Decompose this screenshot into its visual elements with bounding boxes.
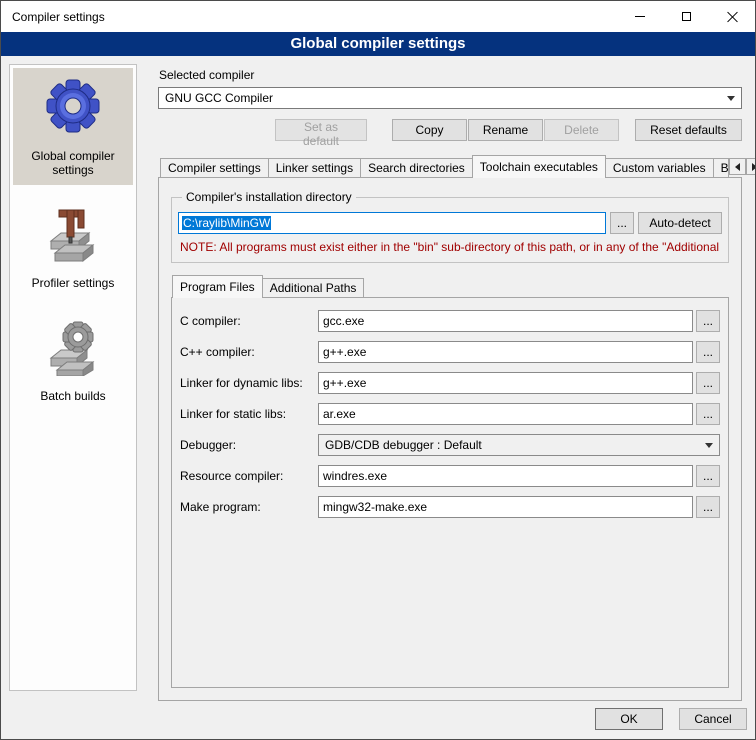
ok-button[interactable]: OK <box>595 708 663 730</box>
make-program-browse-button[interactable]: ... <box>696 496 720 518</box>
delete-button: Delete <box>544 119 619 141</box>
minimize-icon <box>635 16 645 17</box>
dialog-header: Global compiler settings <box>1 32 755 56</box>
cpp-compiler-label: C++ compiler: <box>180 345 318 359</box>
debugger-select[interactable]: GDB/CDB debugger : Default <box>318 434 720 456</box>
tab-toolchain-executables[interactable]: Toolchain executables <box>472 155 606 178</box>
installation-directory-input[interactable]: C:\raylib\MinGW <box>178 212 606 234</box>
cancel-button[interactable]: Cancel <box>679 708 747 730</box>
main-content: Selected compiler GNU GCC Compiler Set a… <box>146 63 749 701</box>
c-compiler-row: C compiler: ... <box>180 310 720 332</box>
debugger-row: Debugger: GDB/CDB debugger : Default <box>180 434 720 456</box>
arrow-left-icon <box>735 163 740 171</box>
browse-directory-button[interactable]: ... <box>610 212 634 234</box>
resource-compiler-label: Resource compiler: <box>180 469 318 483</box>
tab-scroll-buttons <box>729 158 756 175</box>
c-compiler-label: C compiler: <box>180 314 318 328</box>
compiler-select[interactable]: GNU GCC Compiler <box>158 87 742 109</box>
dynamic-linker-input[interactable] <box>318 372 693 394</box>
installation-directory-group: Compiler's installation directory C:\ray… <box>171 190 729 263</box>
gray-gear-icon <box>41 316 105 380</box>
bin-subdirectory-note: NOTE: All programs must exist either in … <box>180 240 720 254</box>
dynamic-linker-browse-button[interactable]: ... <box>696 372 720 394</box>
tab-linker-settings[interactable]: Linker settings <box>268 158 361 177</box>
debugger-select-value: GDB/CDB debugger : Default <box>325 438 482 452</box>
profiler-clamp-icon <box>41 203 105 267</box>
tab-scroll-right-button[interactable] <box>746 158 756 175</box>
reset-defaults-button[interactable]: Reset defaults <box>635 119 742 141</box>
dynamic-linker-label: Linker for dynamic libs: <box>180 376 318 390</box>
rename-button[interactable]: Rename <box>468 119 543 141</box>
compiler-select-value: GNU GCC Compiler <box>165 91 273 105</box>
tab-additional-paths[interactable]: Additional Paths <box>262 278 365 297</box>
installation-directory-value: C:\raylib\MinGW <box>182 216 271 230</box>
dynamic-linker-row: Linker for dynamic libs: ... <box>180 372 720 394</box>
make-program-input[interactable] <box>318 496 693 518</box>
sidebar: Global compiler settings <box>9 64 137 691</box>
make-program-row: Make program: ... <box>180 496 720 518</box>
arrow-right-icon <box>752 163 756 171</box>
c-compiler-browse-button[interactable]: ... <box>696 310 720 332</box>
program-files-panel: C compiler: ... C++ compiler: ... Linker… <box>171 297 729 688</box>
close-button[interactable] <box>709 1 755 32</box>
sidebar-item-label: Batch builds <box>40 389 105 403</box>
program-files-tabbar: Program Files Additional Paths <box>167 275 733 297</box>
c-compiler-input[interactable] <box>318 310 693 332</box>
window-controls <box>617 1 755 32</box>
cpp-compiler-browse-button[interactable]: ... <box>696 341 720 363</box>
sidebar-item-label: Global compiler settings <box>15 149 131 177</box>
sidebar-item-batch-builds[interactable]: Batch builds <box>13 308 133 411</box>
sidebar-item-label: Profiler settings <box>32 276 115 290</box>
copy-button[interactable]: Copy <box>392 119 467 141</box>
make-program-label: Make program: <box>180 500 318 514</box>
resource-compiler-browse-button[interactable]: ... <box>696 465 720 487</box>
blue-gear-icon <box>41 76 105 140</box>
tab-search-directories[interactable]: Search directories <box>360 158 473 177</box>
tab-compiler-settings[interactable]: Compiler settings <box>160 158 269 177</box>
dialog-footer: OK Cancel <box>595 708 747 730</box>
maximize-button[interactable] <box>663 1 709 32</box>
maximize-icon <box>682 12 691 21</box>
auto-detect-button[interactable]: Auto-detect <box>638 212 722 234</box>
tab-custom-variables[interactable]: Custom variables <box>605 158 714 177</box>
cpp-compiler-input[interactable] <box>318 341 693 363</box>
sidebar-item-global-compiler-settings[interactable]: Global compiler settings <box>13 68 133 185</box>
static-linker-row: Linker for static libs: ... <box>180 403 720 425</box>
resource-compiler-row: Resource compiler: ... <box>180 465 720 487</box>
debugger-label: Debugger: <box>180 438 318 452</box>
titlebar: Compiler settings <box>1 1 755 32</box>
static-linker-browse-button[interactable]: ... <box>696 403 720 425</box>
installation-directory-row: C:\raylib\MinGW ... Auto-detect <box>178 212 722 234</box>
minimize-button[interactable] <box>617 1 663 32</box>
chevron-down-icon <box>705 443 713 448</box>
static-linker-label: Linker for static libs: <box>180 407 318 421</box>
compiler-actions: Set as default Copy Rename Delete Reset … <box>158 119 742 141</box>
chevron-down-icon <box>727 96 735 101</box>
static-linker-input[interactable] <box>318 403 693 425</box>
tab-program-files[interactable]: Program Files <box>172 275 263 298</box>
sidebar-item-profiler-settings[interactable]: Profiler settings <box>13 195 133 298</box>
tab-scroll-left-button[interactable] <box>729 158 746 175</box>
compiler-settings-dialog: Compiler settings Global compiler settin… <box>0 0 756 740</box>
cpp-compiler-row: C++ compiler: ... <box>180 341 720 363</box>
toolchain-panel: Compiler's installation directory C:\ray… <box>158 177 742 701</box>
window-title: Compiler settings <box>1 10 105 24</box>
installation-directory-legend: Compiler's installation directory <box>182 190 356 204</box>
set-as-default-button: Set as default <box>275 119 367 141</box>
close-icon <box>727 11 738 22</box>
resource-compiler-input[interactable] <box>318 465 693 487</box>
settings-tabbar: Compiler settings Linker settings Search… <box>158 155 742 177</box>
tab-build-options[interactable]: Buil <box>713 158 729 177</box>
selected-compiler-label: Selected compiler <box>159 68 742 82</box>
